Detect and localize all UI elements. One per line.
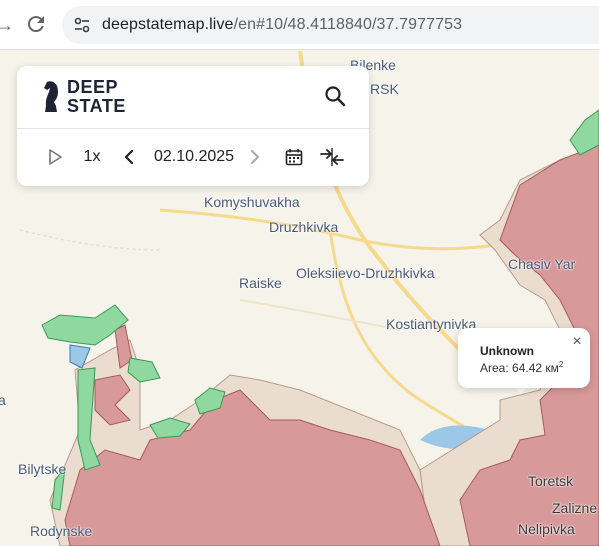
- speed-button[interactable]: 1x: [79, 142, 105, 172]
- place-label: Nelipivka: [518, 521, 575, 537]
- knight-icon: [44, 81, 58, 112]
- map-control-panel: DEEP STATE 1x 02.10.2025: [17, 66, 369, 186]
- site-settings-icon[interactable]: [72, 15, 92, 35]
- logo-line-2: STATE: [67, 96, 126, 116]
- date-label: 02.10.2025: [153, 148, 235, 165]
- next-date-button[interactable]: [247, 142, 263, 172]
- popup-area-unit: 2: [558, 360, 564, 369]
- place-label: Raiske: [239, 275, 282, 291]
- url-path: /en#10/48.4118840/37.7977753: [233, 16, 463, 33]
- place-label: Druzhkivka: [269, 219, 339, 235]
- place-label: a: [0, 392, 6, 408]
- calendar-icon: [285, 149, 303, 166]
- calendar-button[interactable]: [283, 142, 305, 172]
- compare-button[interactable]: [319, 142, 345, 172]
- popup-title: Unknown: [480, 344, 534, 358]
- place-label: Oleksiievo-Druzhkivka: [296, 265, 435, 281]
- logo-text: DEEP STATE: [67, 78, 126, 116]
- previous-date-button[interactable]: [121, 142, 137, 172]
- logo-line-1: DEEP: [67, 77, 119, 97]
- play-icon: [49, 149, 62, 165]
- url-host: deepstatemap.live: [102, 16, 234, 33]
- compare-arrows-icon: [320, 148, 344, 166]
- browser-toolbar: → deepstatemap.live/en#10/48.4118840/37.…: [0, 0, 599, 50]
- search-icon[interactable]: [323, 84, 347, 108]
- popup-area-text: Area: 64.42 км: [480, 361, 559, 375]
- panel-divider: [17, 128, 369, 129]
- chevron-left-icon: [124, 149, 134, 165]
- url-text: deepstatemap.live/en#10/48.4118840/37.79…: [102, 16, 462, 34]
- back-arrow-icon[interactable]: →: [0, 14, 14, 36]
- place-label: Komyshuvakha: [204, 194, 300, 210]
- popup-area: Area: 64.42 км2: [480, 360, 563, 375]
- area-popup: × Unknown Area: 64.42 км2: [458, 328, 590, 388]
- deepstate-logo[interactable]: DEEP STATE: [41, 76, 131, 118]
- place-label: Rodynske: [30, 523, 93, 539]
- place-label: Bilytske: [18, 461, 67, 477]
- close-icon[interactable]: ×: [570, 334, 584, 350]
- place-label: Chasiv Yar: [508, 256, 576, 272]
- address-bar[interactable]: deepstatemap.live/en#10/48.4118840/37.79…: [62, 6, 599, 44]
- play-button[interactable]: [45, 142, 65, 172]
- chevron-right-icon: [250, 149, 260, 165]
- place-label: Zalizne: [552, 500, 598, 516]
- reload-icon[interactable]: [24, 12, 48, 36]
- place-label: RSK: [370, 81, 399, 97]
- place-label: Toretsk: [528, 473, 574, 489]
